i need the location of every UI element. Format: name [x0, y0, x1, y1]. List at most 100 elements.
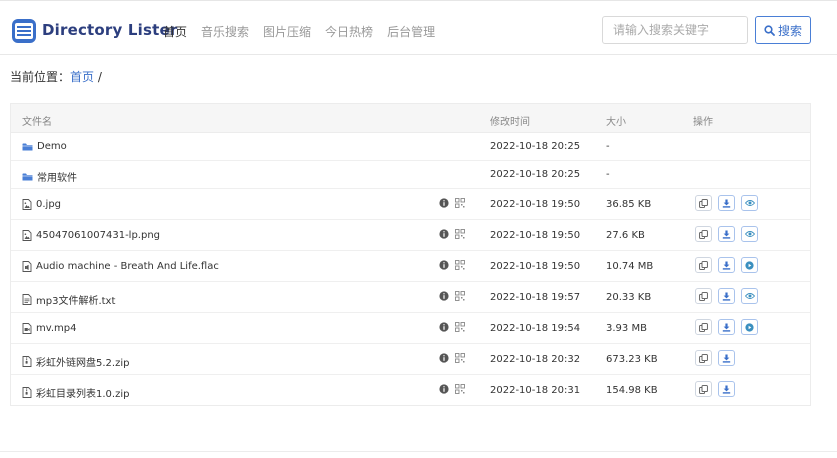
- modified-date: 2022-10-18 19:50: [490, 199, 581, 210]
- main-nav: 首页 音乐搜索 图片压缩 今日热榜 后台管理: [163, 23, 449, 40]
- modified-date: 2022-10-18 19:50: [490, 261, 581, 272]
- file-name-link[interactable]: 彩虹外链网盘5.2.zip: [22, 354, 129, 369]
- nav-item[interactable]: 音乐搜索: [201, 23, 249, 40]
- file-name-link[interactable]: 45047061007431-lp.png: [22, 230, 160, 241]
- play-icon: [745, 260, 754, 270]
- search-icon: [764, 24, 775, 36]
- file-size: 10.74 MB: [606, 261, 654, 272]
- copy-icon: [699, 260, 708, 270]
- qrcode-icon[interactable]: [455, 260, 465, 270]
- qrcode-icon[interactable]: [455, 353, 465, 363]
- copy-icon: [699, 291, 708, 301]
- breadcrumb-home[interactable]: 首页: [70, 70, 94, 84]
- nav-item[interactable]: 今日热榜: [325, 23, 373, 40]
- nav-item[interactable]: 后台管理: [387, 23, 435, 40]
- nav-item[interactable]: 图片压缩: [263, 23, 311, 40]
- nav-item[interactable]: 首页: [163, 23, 187, 40]
- copy-link-button[interactable]: [695, 226, 712, 242]
- folder-row: 常用软件 2022-10-18 20:25 -: [11, 161, 810, 189]
- eye-icon: [744, 230, 755, 238]
- row-actions: [695, 350, 735, 366]
- search-button[interactable]: 搜索: [755, 16, 811, 44]
- modified-date: 2022-10-18 20:31: [490, 385, 581, 396]
- download-button[interactable]: [718, 381, 735, 397]
- file-name: Demo: [37, 141, 67, 152]
- modified-date: 2022-10-18 20:25: [490, 141, 581, 152]
- preview-button[interactable]: [741, 195, 758, 211]
- archive-file-icon: [22, 387, 32, 398]
- file-name-link[interactable]: 彩虹目录列表1.0.zip: [22, 385, 129, 400]
- top-border: [0, 0, 837, 1]
- file-size: 27.6 KB: [606, 230, 645, 241]
- row-actions: [695, 319, 758, 335]
- file-size: 36.85 KB: [606, 199, 652, 210]
- download-icon: [722, 230, 731, 239]
- file-name: 常用软件: [37, 173, 77, 184]
- info-icon[interactable]: [439, 384, 449, 394]
- info-icon[interactable]: [439, 353, 449, 363]
- file-table: 文件名 修改时间 大小 操作 Demo 2022-10-18 20:25- 常用软件…: [10, 103, 811, 406]
- file-name: 彩虹外链网盘5.2.zip: [36, 358, 130, 369]
- download-icon: [722, 261, 731, 270]
- qrcode-icon[interactable]: [455, 384, 465, 394]
- download-button[interactable]: [718, 257, 735, 273]
- preview-button[interactable]: [741, 226, 758, 242]
- copy-icon: [699, 353, 708, 363]
- audio-file-icon: [22, 261, 32, 272]
- download-button[interactable]: [718, 319, 735, 335]
- file-size: -: [606, 141, 610, 152]
- file-size: -: [606, 169, 610, 180]
- row-actions: [695, 381, 735, 397]
- file-size: 20.33 KB: [606, 292, 652, 303]
- file-name-link[interactable]: Demo: [22, 141, 67, 152]
- info-icon[interactable]: [439, 260, 449, 270]
- file-name-link[interactable]: mp3文件解析.txt: [22, 292, 115, 307]
- qrcode-icon[interactable]: [455, 322, 465, 332]
- text-file-icon: [22, 294, 32, 305]
- eye-icon: [744, 199, 755, 207]
- file-name: Audio machine - Breath And Life.flac: [36, 261, 219, 272]
- copy-link-button[interactable]: [695, 319, 712, 335]
- preview-button[interactable]: [741, 288, 758, 304]
- download-button[interactable]: [718, 226, 735, 242]
- download-button[interactable]: [718, 350, 735, 366]
- table-header: 文件名 修改时间 大小 操作: [11, 104, 810, 133]
- file-name-link[interactable]: 常用软件: [22, 169, 77, 184]
- copy-link-button[interactable]: [695, 381, 712, 397]
- download-button[interactable]: [718, 195, 735, 211]
- logo-icon[interactable]: [11, 18, 37, 44]
- download-icon: [722, 323, 731, 332]
- column-name: 文件名: [22, 117, 52, 128]
- qrcode-icon[interactable]: [455, 229, 465, 239]
- qrcode-icon[interactable]: [455, 291, 465, 301]
- modified-date: 2022-10-18 19:57: [490, 292, 581, 303]
- file-name: 45047061007431-lp.png: [36, 230, 161, 241]
- brand-title[interactable]: Directory Lister: [42, 21, 178, 39]
- copy-link-button[interactable]: [695, 257, 712, 273]
- file-size: 3.93 MB: [606, 323, 647, 334]
- file-name-link[interactable]: Audio machine - Breath And Life.flac: [22, 261, 219, 272]
- video-file-icon: [22, 323, 32, 334]
- file-row: 彩虹外链网盘5.2.zip 2022-10-18 20:32 673.23 KB: [11, 344, 810, 375]
- info-icon[interactable]: [439, 229, 449, 239]
- download-icon: [722, 292, 731, 301]
- breadcrumb: 当前位置：首页 /: [10, 68, 102, 85]
- row-actions: [695, 257, 758, 273]
- search-input[interactable]: [602, 16, 748, 44]
- file-name-link[interactable]: 0.jpg: [22, 199, 61, 210]
- info-icon[interactable]: [439, 322, 449, 332]
- copy-link-button[interactable]: [695, 195, 712, 211]
- search-button-label: 搜索: [777, 23, 802, 38]
- download-icon: [722, 385, 731, 394]
- copy-link-button[interactable]: [695, 350, 712, 366]
- play-button[interactable]: [741, 257, 758, 273]
- download-icon: [722, 199, 731, 208]
- play-button[interactable]: [741, 319, 758, 335]
- file-name-link[interactable]: mv.mp4: [22, 323, 77, 334]
- copy-link-button[interactable]: [695, 288, 712, 304]
- qrcode-icon[interactable]: [455, 198, 465, 208]
- info-icon[interactable]: [439, 198, 449, 208]
- info-icon[interactable]: [439, 291, 449, 301]
- row-actions: [695, 195, 758, 211]
- download-button[interactable]: [718, 288, 735, 304]
